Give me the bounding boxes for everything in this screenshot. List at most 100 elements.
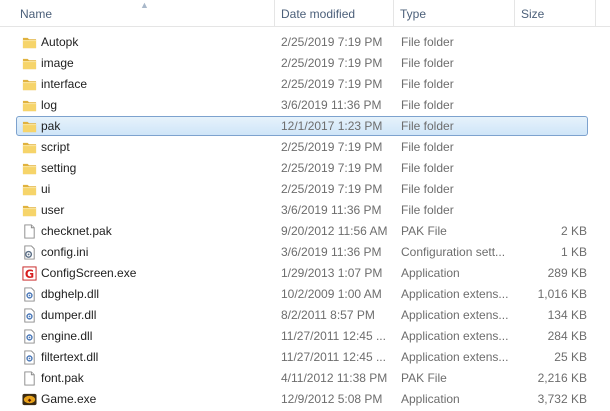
file-row[interactable]: config.ini 3/6/2019 11:36 PM Configuration… xyxy=(0,242,610,263)
file-icon xyxy=(22,371,37,386)
file-size xyxy=(515,95,587,116)
file-row[interactable]: G ConfigScreen.exe 1/29/2013 1:07 PM Applic… xyxy=(0,263,610,284)
folder-icon xyxy=(22,98,37,113)
dll-icon xyxy=(22,329,37,344)
file-row[interactable]: log 3/6/2019 11:36 PM File folder xyxy=(0,95,610,116)
date-modified: 11/27/2011 12:45 ... xyxy=(281,350,386,364)
dll-icon xyxy=(22,287,37,302)
folder-icon xyxy=(22,140,37,155)
file-row[interactable]: ◆ Game.exe 12/9/2012 5:08 PM Application 3,7… xyxy=(0,389,610,410)
date-modified: 2/25/2019 7:19 PM xyxy=(281,77,383,91)
file-size: 289 KB xyxy=(547,266,587,280)
file-size: 2 KB xyxy=(560,224,587,238)
file-size: 2,216 KB xyxy=(537,371,587,385)
file-type: Application extens... xyxy=(401,329,509,343)
file-name: Autopk xyxy=(41,35,79,49)
file-name: Game.exe xyxy=(41,392,97,406)
file-row[interactable]: checknet.pak 9/20/2012 11:56 AM PAK File 2 … xyxy=(0,221,610,242)
dll-icon xyxy=(22,350,37,365)
date-modified: 2/25/2019 7:19 PM xyxy=(281,56,383,70)
file-type: Application extens... xyxy=(401,308,509,322)
file-list: Autopk 2/25/2019 7:19 PM File folder image 2… xyxy=(0,32,610,410)
file-name: dbghelp.dll xyxy=(41,287,100,301)
file-row[interactable]: ui 2/25/2019 7:19 PM File folder xyxy=(0,179,610,200)
file-name: font.pak xyxy=(41,371,84,385)
date-modified: 9/20/2012 11:56 AM xyxy=(281,224,388,238)
date-modified: 10/2/2009 1:00 AM xyxy=(281,287,382,301)
date-modified: 3/6/2019 11:36 PM xyxy=(281,98,382,112)
file-row[interactable]: script 2/25/2019 7:19 PM File folder xyxy=(0,137,610,158)
file-size xyxy=(515,179,587,200)
game-app-icon: ◆ xyxy=(22,392,37,407)
file-name: setting xyxy=(41,161,77,175)
file-row[interactable]: engine.dll 11/27/2011 12:45 ... Applicatio… xyxy=(0,326,610,347)
column-header-name[interactable]: Name xyxy=(14,0,274,26)
file-row[interactable]: Autopk 2/25/2019 7:19 PM File folder xyxy=(0,32,610,53)
file-size: 1,016 KB xyxy=(537,287,587,301)
date-modified: 8/2/2011 8:57 PM xyxy=(281,308,375,322)
column-divider[interactable] xyxy=(595,0,596,26)
file-size: 284 KB xyxy=(547,329,587,343)
file-type: PAK File xyxy=(401,224,447,238)
file-type: File folder xyxy=(401,119,454,133)
file-size xyxy=(515,137,587,158)
file-type: Application xyxy=(401,392,460,406)
date-modified: 2/25/2019 7:19 PM xyxy=(281,35,383,49)
column-header-date-modified[interactable]: Date modified xyxy=(275,0,393,26)
file-row[interactable]: pak 12/1/2017 1:23 PM File folder xyxy=(0,116,610,137)
date-modified: 4/11/2012 11:38 PM xyxy=(281,371,388,385)
file-size xyxy=(515,53,587,74)
file-row[interactable]: interface 2/25/2019 7:19 PM File folder xyxy=(0,74,610,95)
config-file-icon xyxy=(22,245,37,260)
folder-icon xyxy=(22,77,37,92)
column-header-bar: ▲ Name Date modified Type Size xyxy=(0,0,610,27)
file-size: 1 KB xyxy=(560,245,587,259)
file-row[interactable]: font.pak 4/11/2012 11:38 PM PAK File 2,216 … xyxy=(0,368,610,389)
file-name: config.ini xyxy=(41,245,89,259)
file-type: File folder xyxy=(401,161,454,175)
date-modified: 2/25/2019 7:19 PM xyxy=(281,140,383,154)
file-name: interface xyxy=(41,77,88,91)
file-name: user xyxy=(41,203,65,217)
column-header-size[interactable]: Size xyxy=(515,0,595,26)
file-name: engine.dll xyxy=(41,329,93,343)
file-type: File folder xyxy=(401,56,454,70)
file-row[interactable]: image 2/25/2019 7:19 PM File folder xyxy=(0,53,610,74)
dll-icon xyxy=(22,308,37,323)
folder-icon xyxy=(22,203,37,218)
column-header-type[interactable]: Type xyxy=(394,0,514,26)
file-row[interactable]: setting 2/25/2019 7:19 PM File folder xyxy=(0,158,610,179)
file-name: image xyxy=(41,56,74,70)
file-row[interactable]: filtertext.dll 11/27/2011 12:45 ... Applic… xyxy=(0,347,610,368)
file-type: File folder xyxy=(401,35,454,49)
file-name: filtertext.dll xyxy=(41,350,99,364)
folder-icon xyxy=(22,182,37,197)
config-screen-app-icon: G xyxy=(22,266,37,281)
folder-icon xyxy=(22,56,37,71)
date-modified: 3/6/2019 11:36 PM xyxy=(281,203,382,217)
folder-icon xyxy=(22,35,37,50)
svg-text:◆: ◆ xyxy=(28,398,32,403)
file-name: checknet.pak xyxy=(41,224,112,238)
svg-text:G: G xyxy=(25,268,34,281)
file-size: 3,732 KB xyxy=(537,392,587,406)
file-type: File folder xyxy=(401,98,454,112)
file-size xyxy=(515,158,587,179)
date-modified: 2/25/2019 7:19 PM xyxy=(281,161,383,175)
date-modified: 12/9/2012 5:08 PM xyxy=(281,392,383,406)
file-name: ui xyxy=(41,182,51,196)
file-type: Application xyxy=(401,266,460,280)
date-modified: 11/27/2011 12:45 ... xyxy=(281,329,386,343)
date-modified: 1/29/2013 1:07 PM xyxy=(281,266,383,280)
date-modified: 2/25/2019 7:19 PM xyxy=(281,182,383,196)
file-row[interactable]: dbghelp.dll 10/2/2009 1:00 AM Application … xyxy=(0,284,610,305)
file-name: ConfigScreen.exe xyxy=(41,266,137,280)
file-type: File folder xyxy=(401,182,454,196)
file-name: script xyxy=(41,140,70,154)
file-type: Configuration sett... xyxy=(401,245,506,259)
file-row[interactable]: user 3/6/2019 11:36 PM File folder xyxy=(0,200,610,221)
file-type: File folder xyxy=(401,77,454,91)
file-name: pak xyxy=(41,119,61,133)
file-row[interactable]: dumper.dll 8/2/2011 8:57 PM Application ex… xyxy=(0,305,610,326)
file-size: 134 KB xyxy=(547,308,587,322)
